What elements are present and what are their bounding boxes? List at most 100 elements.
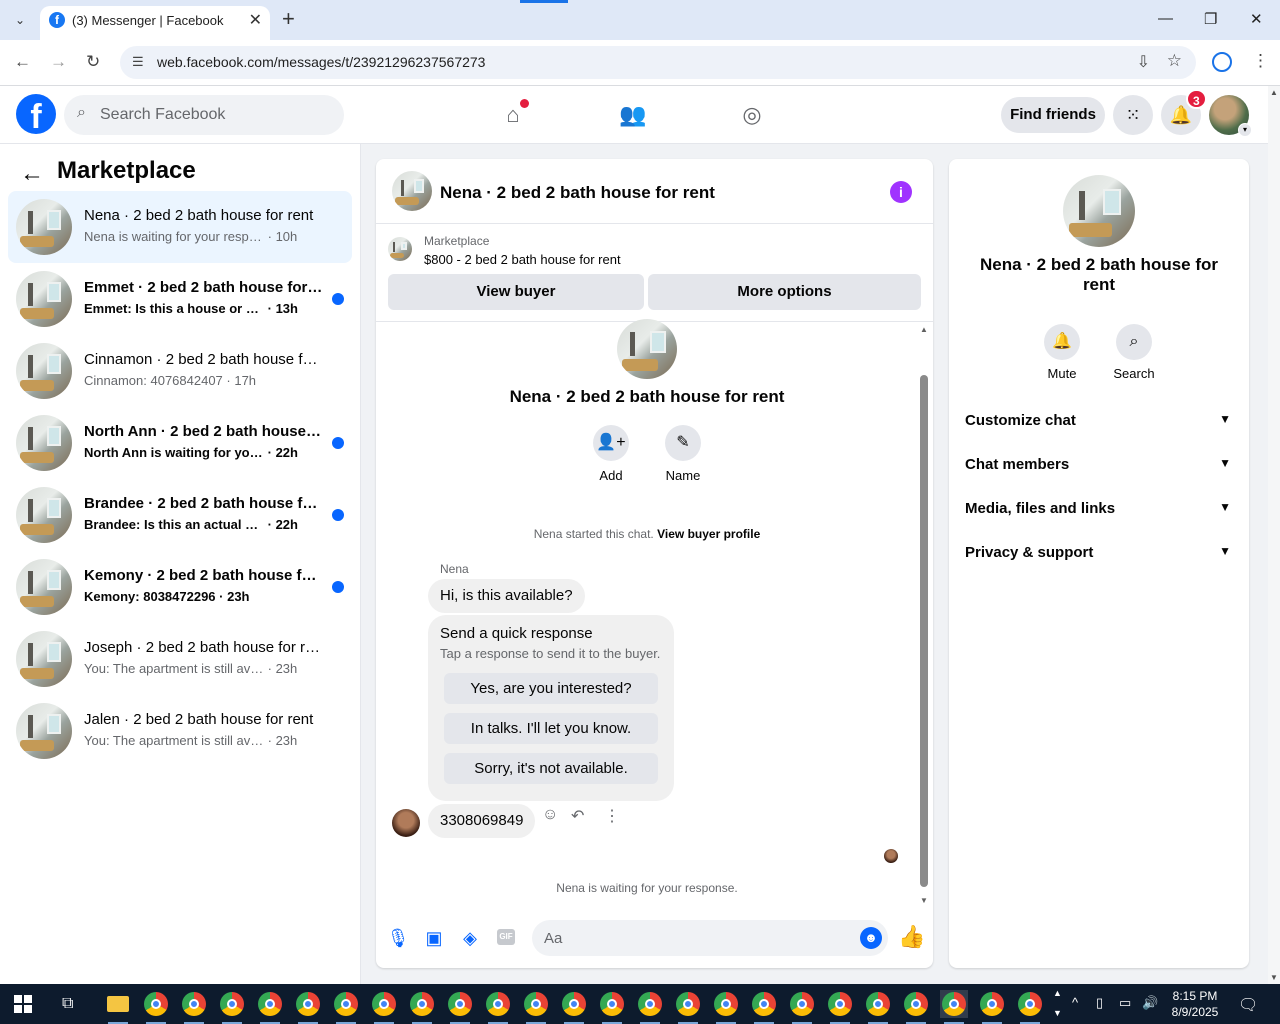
facebook-search-input[interactable] [100, 95, 330, 135]
browser-tab[interactable]: f (3) Messenger | Facebook ✕ [40, 6, 270, 40]
taskbar-chrome-icon[interactable] [484, 990, 512, 1024]
view-buyer-button[interactable]: View buyer [388, 274, 644, 310]
taskbar-chrome-icon[interactable] [902, 990, 930, 1024]
section-customize-chat[interactable]: Customize chat ▼ [957, 401, 1241, 441]
more-options-button[interactable]: More options [648, 274, 921, 310]
tray-chevron-up-icon[interactable]: ^ [1072, 995, 1078, 1010]
info-thumbnail[interactable] [1063, 175, 1135, 247]
more-icon[interactable]: ⋮ [604, 806, 620, 826]
tab-search-chevron-icon[interactable]: ⌄ [8, 8, 32, 32]
browser-menu-icon[interactable]: ⋮ [1252, 51, 1269, 71]
task-view-icon[interactable]: ⧉ [62, 995, 73, 1013]
reply-icon[interactable]: ↶ [571, 806, 584, 826]
friends-icon[interactable]: 👥 [618, 100, 648, 130]
conversation-item[interactable]: Jalen · 2 bed 2 bath house for rent You: … [8, 695, 352, 767]
conversation-item[interactable]: Kemony · 2 bed 2 bath house for rent Kemo… [8, 551, 352, 623]
message-bubble-phone[interactable]: 3308069849 [428, 804, 536, 838]
quick-response-talks-button[interactable]: In talks. I'll let you know. [444, 713, 658, 744]
message-bubble[interactable]: Hi, is this available? [428, 579, 585, 613]
sticker-icon[interactable]: ◈ [458, 926, 482, 950]
account-avatar[interactable]: ▾ [1209, 95, 1252, 137]
volume-icon[interactable]: 🔊 [1142, 995, 1158, 1011]
windows-start-icon[interactable] [14, 995, 32, 1013]
taskbar-chrome-icon[interactable] [408, 990, 436, 1024]
scroll-up-icon[interactable]: ▲ [1270, 88, 1278, 97]
device-icon[interactable]: ▯ [1096, 995, 1103, 1011]
photo-icon[interactable]: ▣ [422, 926, 446, 950]
groups-icon[interactable]: ◎ [737, 100, 767, 130]
facebook-logo-icon[interactable]: f [16, 94, 56, 134]
window-close-icon[interactable]: ✕ [1250, 10, 1263, 28]
taskbar-scroll-up-icon[interactable]: ▲ [1053, 988, 1062, 998]
find-friends-button[interactable]: Find friends [1001, 97, 1105, 133]
reload-icon[interactable]: ↻ [86, 52, 100, 72]
omnibox[interactable]: ☰ web.facebook.com/messages/t/2392129623… [120, 46, 1196, 79]
taskbar-chrome-icon[interactable] [522, 990, 550, 1024]
network-icon[interactable]: ▭ [1119, 995, 1131, 1011]
file-explorer-icon[interactable] [104, 990, 132, 1024]
conversation-item[interactable]: Cinnamon · 2 bed 2 bath house for rent Ci… [8, 335, 352, 407]
close-tab-icon[interactable]: ✕ [249, 10, 262, 30]
system-clock[interactable]: 8:15 PM 8/9/2025 [1166, 988, 1224, 1020]
microphone-icon[interactable]: 🎙 [386, 926, 410, 950]
minimize-icon[interactable]: — [1158, 10, 1173, 27]
thumbs-up-icon[interactable]: 👍 [898, 924, 925, 950]
taskbar-chrome-icon[interactable] [598, 990, 626, 1024]
taskbar-chrome-icon[interactable] [332, 990, 360, 1024]
forward-icon[interactable]: → [50, 52, 67, 72]
taskbar-chrome-icon[interactable] [370, 990, 398, 1024]
quick-response-yes-button[interactable]: Yes, are you interested? [444, 673, 658, 704]
conversation-item[interactable]: Brandee · 2 bed 2 bath house for rent Bra… [8, 479, 352, 551]
chat-title[interactable]: Nena · 2 bed 2 bath house for rent [440, 183, 715, 203]
taskbar-chrome-icon[interactable] [826, 990, 854, 1024]
scroll-down-icon[interactable]: ▼ [1270, 973, 1278, 982]
taskbar-chrome-icon[interactable] [446, 990, 474, 1024]
taskbar-chrome-icon[interactable] [674, 990, 702, 1024]
mute-action[interactable]: 🔔 Mute [1032, 324, 1092, 381]
info-icon[interactable]: i [890, 181, 912, 203]
scroll-up-icon[interactable]: ▲ [920, 325, 928, 334]
taskbar-chrome-icon[interactable] [294, 990, 322, 1024]
section-media-files-links[interactable]: Media, files and links ▼ [957, 489, 1241, 529]
search-action[interactable]: ⌕ Search [1104, 324, 1164, 381]
taskbar-scroll-down-icon[interactable]: ▼ [1053, 1008, 1062, 1018]
add-people-action[interactable]: 👤+ Add [581, 425, 641, 483]
taskbar-chrome-icon[interactable] [256, 990, 284, 1024]
taskbar-chrome-icon[interactable] [1016, 990, 1044, 1024]
message-scrollbar[interactable]: ▲ ▼ [918, 323, 930, 905]
react-icon[interactable]: ☺ [542, 806, 558, 824]
taskbar-chrome-icon[interactable] [940, 990, 968, 1024]
taskbar-chrome-icon[interactable] [218, 990, 246, 1024]
page-scrollbar[interactable]: ▲ ▼ [1268, 86, 1280, 984]
new-tab-icon[interactable]: + [282, 6, 295, 32]
back-icon[interactable]: ← [14, 52, 31, 72]
facebook-search[interactable]: ⌕ [64, 95, 344, 135]
emoji-icon[interactable]: ☻ [860, 927, 882, 949]
sender-avatar[interactable] [392, 809, 420, 837]
restore-icon[interactable]: ❐ [1204, 10, 1217, 28]
listing-thumbnail[interactable] [388, 237, 412, 261]
scroll-down-icon[interactable]: ▼ [920, 896, 928, 905]
conversation-item[interactable]: Joseph · 2 bed 2 bath house for rent You:… [8, 623, 352, 695]
back-arrow-icon[interactable]: ← [20, 160, 44, 188]
taskbar-chrome-icon[interactable] [636, 990, 664, 1024]
site-info-icon[interactable]: ☰ [132, 54, 144, 70]
view-buyer-profile-link[interactable]: View buyer profile [657, 527, 760, 541]
conversation-item[interactable]: Nena · 2 bed 2 bath house for rent Nena i… [8, 191, 352, 263]
browser-profile-icon[interactable] [1212, 52, 1232, 72]
taskbar-chrome-icon[interactable] [180, 990, 208, 1024]
section-chat-members[interactable]: Chat members ▼ [957, 445, 1241, 485]
notification-center-icon[interactable]: 🗨 [1238, 995, 1258, 1015]
gif-icon[interactable]: GIF [497, 929, 515, 945]
taskbar-chrome-icon[interactable] [712, 990, 740, 1024]
taskbar-chrome-icon[interactable] [750, 990, 778, 1024]
url-text[interactable]: web.facebook.com/messages/t/239212962375… [157, 54, 485, 70]
conversation-item[interactable]: Emmet · 2 bed 2 bath house for rent Emmet… [8, 263, 352, 335]
scrollbar-thumb[interactable] [920, 375, 928, 887]
menu-grid-icon[interactable]: ⁙ [1113, 95, 1153, 135]
taskbar-chrome-icon[interactable] [560, 990, 588, 1024]
taskbar-chrome-icon[interactable] [978, 990, 1006, 1024]
conversation-item[interactable]: North Ann · 2 bed 2 bath house for rent N… [8, 407, 352, 479]
taskbar-chrome-icon[interactable] [864, 990, 892, 1024]
install-app-icon[interactable]: ⇩ [1137, 52, 1150, 72]
